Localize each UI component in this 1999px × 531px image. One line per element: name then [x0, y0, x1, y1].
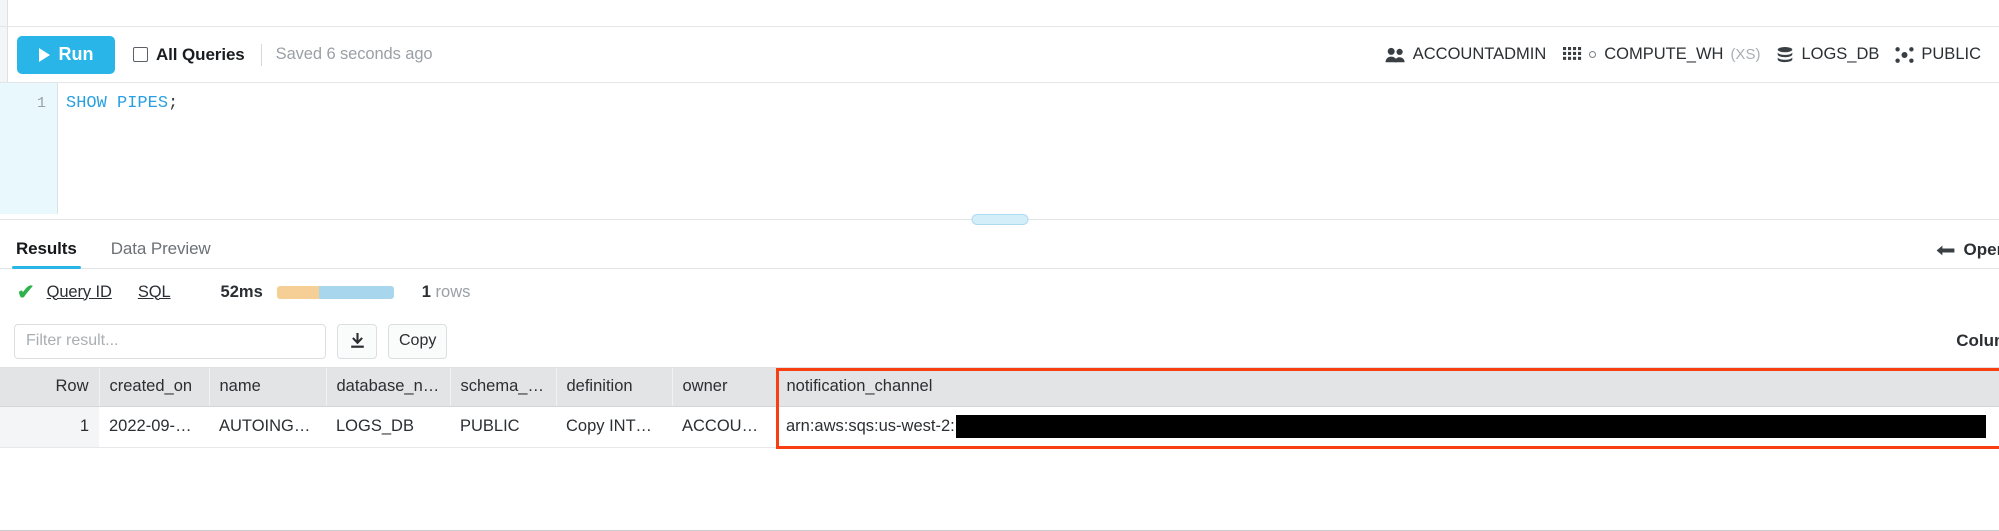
- cell-database-name[interactable]: LOGS_DB: [326, 406, 450, 448]
- table-header-row: Row created_on name database_name schema…: [0, 368, 1999, 407]
- download-icon: [349, 332, 366, 350]
- column-header-definition[interactable]: definition: [556, 368, 673, 407]
- database-icon: [1776, 46, 1794, 64]
- column-header-created-on[interactable]: created_on: [99, 368, 210, 407]
- results-tabbar: Results Data Preview Open: [0, 225, 1999, 269]
- all-queries-checkbox[interactable]: All Queries: [133, 45, 245, 65]
- cell-schema-name[interactable]: PUBLIC: [450, 406, 556, 448]
- schema-label: PUBLIC: [1921, 45, 1981, 63]
- sql-punctuation: ;: [168, 94, 179, 113]
- query-editor-app: Run All Queries Saved 6 seconds ago ACCO…: [0, 0, 1999, 531]
- left-rail-top: [0, 0, 8, 26]
- warehouse-selector[interactable]: COMPUTE_WH (XS): [1562, 45, 1760, 64]
- row-count-label: rows: [435, 282, 471, 301]
- arrow-left-icon: [1936, 244, 1955, 257]
- perf-segment-execute: [318, 285, 394, 299]
- play-icon: [38, 47, 50, 62]
- query-perf-bar: [276, 285, 394, 299]
- database-label: LOGS_DB: [1801, 45, 1880, 63]
- left-rail-toolbar: [0, 27, 8, 82]
- run-button-label: Run: [58, 44, 94, 64]
- column-header-schema-name[interactable]: schema_name: [450, 368, 557, 407]
- row-count-value: 1: [421, 282, 431, 301]
- editor-code-area[interactable]: SHOW PIPES;: [58, 83, 1999, 214]
- tab-data-preview-label: Data Preview: [110, 239, 211, 258]
- column-header-owner[interactable]: owner: [672, 368, 777, 407]
- open-panel-label: Open: [1963, 240, 1999, 259]
- tab-results[interactable]: Results: [12, 239, 81, 269]
- copy-button[interactable]: Copy: [388, 323, 448, 359]
- download-button[interactable]: [337, 323, 377, 359]
- cell-notification-channel[interactable]: arn:aws:sqs:us-west-2:: [776, 406, 1999, 448]
- tab-results-label: Results: [16, 239, 77, 258]
- sql-keyword: SHOW PIPES: [66, 94, 169, 113]
- all-queries-label: All Queries: [156, 44, 245, 64]
- results-table: Row created_on name database_name schema…: [0, 368, 1999, 448]
- run-button[interactable]: Run: [17, 35, 115, 74]
- context-selectors: ACCOUNTADMIN COMPUTE_WH (XS) LOGS_DB PUB…: [1385, 45, 1983, 64]
- checkbox-icon: [133, 47, 148, 62]
- warehouse-size-label: (XS): [1730, 46, 1761, 63]
- cell-created-on[interactable]: 2022-09-07 ...: [99, 406, 209, 448]
- toolbar-divider: [260, 43, 262, 66]
- cell-name[interactable]: AUTOINGST...: [209, 406, 326, 448]
- query-duration: 52ms: [220, 282, 263, 301]
- results-filter-row: Copy Columns: [0, 315, 1999, 367]
- success-check-icon: ✔: [17, 280, 35, 304]
- query-id-link[interactable]: Query ID: [47, 283, 112, 302]
- column-header-database-name[interactable]: database_name: [326, 368, 451, 407]
- notification-channel-value: arn:aws:sqs:us-west-2:: [786, 417, 955, 435]
- saved-status: Saved 6 seconds ago: [275, 45, 433, 63]
- cell-definition[interactable]: Copy INTO L...: [556, 406, 672, 448]
- role-selector[interactable]: ACCOUNTADMIN: [1385, 45, 1547, 64]
- pane-splitter[interactable]: [0, 214, 1999, 225]
- editor-gutter: 1: [0, 83, 58, 214]
- columns-label[interactable]: Columns: [1956, 331, 1999, 351]
- cell-owner[interactable]: ACCOUNTA...: [672, 406, 776, 448]
- tab-data-preview[interactable]: Data Preview: [107, 239, 215, 268]
- database-selector[interactable]: LOGS_DB: [1776, 45, 1879, 64]
- sql-editor[interactable]: 1 SHOW PIPES;: [0, 83, 1999, 214]
- warehouse-grid-icon: [1562, 46, 1582, 64]
- schema-nodes-icon: [1895, 46, 1914, 64]
- redaction-bar: [955, 415, 1986, 438]
- query-status-bar: ✔ Query ID SQL 52ms 1 rows: [0, 269, 1999, 315]
- cell-row-number: 1: [0, 406, 99, 448]
- perf-segment-compile: [276, 285, 319, 299]
- warehouse-label: COMPUTE_WH: [1604, 45, 1724, 63]
- editor-toolbar: Run All Queries Saved 6 seconds ago ACCO…: [0, 27, 1999, 83]
- open-panel-button[interactable]: Open: [1936, 240, 1999, 268]
- warehouse-status-icon: [1589, 51, 1597, 58]
- table-row[interactable]: 1 2022-09-07 ... AUTOINGST... LOGS_DB PU…: [0, 406, 1999, 448]
- top-strip: [0, 0, 1999, 27]
- role-label: ACCOUNTADMIN: [1412, 45, 1547, 63]
- sql-link[interactable]: SQL: [138, 283, 171, 302]
- users-icon: [1385, 47, 1406, 63]
- column-header-name[interactable]: name: [209, 368, 327, 407]
- column-header-row[interactable]: Row: [0, 368, 100, 407]
- column-header-notification-channel[interactable]: notification_channel: [776, 368, 1999, 407]
- splitter-handle[interactable]: [971, 214, 1028, 225]
- filter-result-input[interactable]: [14, 323, 326, 359]
- copy-button-label: Copy: [399, 332, 437, 349]
- schema-selector[interactable]: PUBLIC: [1895, 45, 1981, 64]
- row-count: 1 rows: [422, 283, 471, 302]
- results-table-wrapper: Row created_on name database_name schema…: [0, 367, 1999, 531]
- line-number: 1: [36, 95, 46, 112]
